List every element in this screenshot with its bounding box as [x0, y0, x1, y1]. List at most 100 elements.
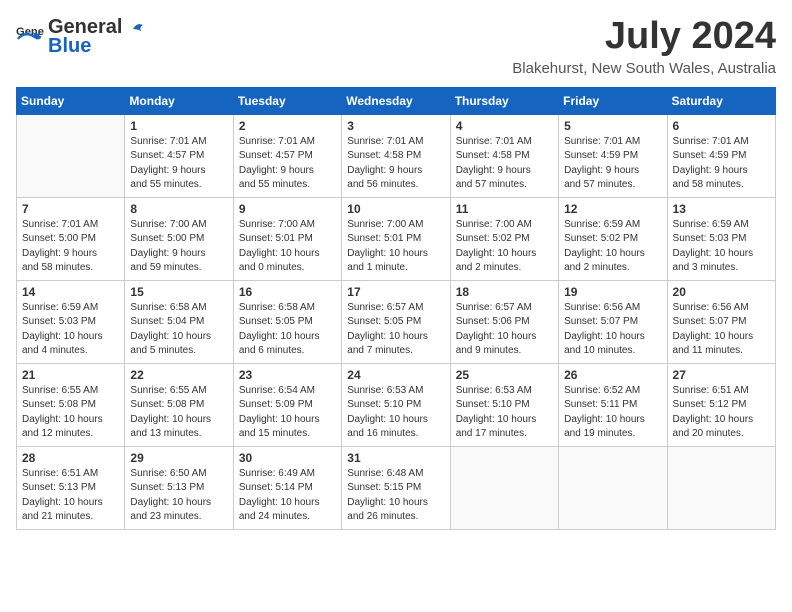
calendar-cell [450, 446, 558, 529]
day-number: 31 [347, 451, 444, 465]
calendar-cell: 28Sunrise: 6:51 AMSunset: 5:13 PMDayligh… [17, 446, 125, 529]
calendar-header-row: SundayMondayTuesdayWednesdayThursdayFrid… [17, 87, 776, 114]
calendar-cell: 17Sunrise: 6:57 AMSunset: 5:05 PMDayligh… [342, 280, 450, 363]
day-info: Sunrise: 7:00 AMSunset: 5:01 PMDaylight:… [239, 218, 336, 276]
day-number: 30 [239, 451, 336, 465]
day-number: 4 [456, 119, 553, 133]
day-number: 29 [130, 451, 227, 465]
day-info: Sunrise: 6:50 AMSunset: 5:13 PMDaylight:… [130, 467, 227, 525]
day-number: 24 [347, 368, 444, 382]
calendar-cell: 18 Sunrise: 6:57 AMSunset: 5:06 PMDayligh… [450, 280, 558, 363]
calendar-cell: 29 Sunrise: 6:50 AMSunset: 5:13 PMDayligh… [125, 446, 233, 529]
col-header-sunday: Sunday [17, 87, 125, 114]
calendar-cell: 13Sunrise: 6:59 AMSunset: 5:03 PMDayligh… [667, 197, 775, 280]
month-title: July 2024 [512, 16, 776, 58]
calendar-cell: 6 Sunrise: 7:01 AMSunset: 4:59 PMDaylight… [667, 114, 775, 197]
week-row-4: 21 Sunrise: 6:55 AMSunset: 5:08 PMDayligh… [17, 363, 776, 446]
day-info: Sunrise: 7:00 AMSunset: 5:00 PMDaylight:… [130, 218, 227, 276]
calendar-cell: 4 Sunrise: 7:01 AMSunset: 4:58 PMDaylight… [450, 114, 558, 197]
calendar: SundayMondayTuesdayWednesdayThursdayFrid… [16, 87, 776, 530]
day-info: Sunrise: 6:59 AMSunset: 5:03 PMDaylight:… [673, 218, 770, 276]
calendar-cell [559, 446, 667, 529]
col-header-thursday: Thursday [450, 87, 558, 114]
day-info: Sunrise: 6:56 AMSunset: 5:07 PMDaylight:… [673, 301, 770, 359]
calendar-cell: 25 Sunrise: 6:53 AMSunset: 5:10 PMDayligh… [450, 363, 558, 446]
calendar-cell: 3 Sunrise: 7:01 AMSunset: 4:58 PMDaylight… [342, 114, 450, 197]
calendar-cell: 22 Sunrise: 6:55 AMSunset: 5:08 PMDayligh… [125, 363, 233, 446]
calendar-cell: 23Sunrise: 6:54 AMSunset: 5:09 PMDayligh… [233, 363, 341, 446]
day-info: Sunrise: 6:53 AMSunset: 5:10 PMDaylight:… [456, 384, 553, 442]
day-number: 5 [564, 119, 661, 133]
day-info: Sunrise: 6:59 AMSunset: 5:02 PMDaylight:… [564, 218, 661, 276]
day-info: Sunrise: 7:01 AMSunset: 4:59 PMDaylight:… [673, 135, 770, 193]
day-number: 19 [564, 285, 661, 299]
day-info: Sunrise: 7:01 AMSunset: 5:00 PMDaylight:… [22, 218, 119, 276]
day-info: Sunrise: 6:51 AMSunset: 5:12 PMDaylight:… [673, 384, 770, 442]
calendar-cell: 24Sunrise: 6:53 AMSunset: 5:10 PMDayligh… [342, 363, 450, 446]
calendar-cell: 15 Sunrise: 6:58 AMSunset: 5:04 PMDayligh… [125, 280, 233, 363]
col-header-monday: Monday [125, 87, 233, 114]
day-number: 28 [22, 451, 119, 465]
day-number: 7 [22, 202, 119, 216]
day-number: 2 [239, 119, 336, 133]
calendar-cell: 7 Sunrise: 7:01 AMSunset: 5:00 PMDaylight… [17, 197, 125, 280]
calendar-cell: 8 Sunrise: 7:00 AMSunset: 5:00 PMDaylight… [125, 197, 233, 280]
location-title: Blakehurst, New South Wales, Australia [512, 60, 776, 77]
logo: General General Blue [16, 16, 145, 58]
day-info: Sunrise: 7:00 AMSunset: 5:01 PMDaylight:… [347, 218, 444, 276]
week-row-2: 7 Sunrise: 7:01 AMSunset: 5:00 PMDaylight… [17, 197, 776, 280]
col-header-tuesday: Tuesday [233, 87, 341, 114]
day-number: 15 [130, 285, 227, 299]
col-header-saturday: Saturday [667, 87, 775, 114]
day-number: 11 [456, 202, 553, 216]
calendar-cell: 12Sunrise: 6:59 AMSunset: 5:02 PMDayligh… [559, 197, 667, 280]
day-info: Sunrise: 6:57 AMSunset: 5:06 PMDaylight:… [456, 301, 553, 359]
col-header-friday: Friday [559, 87, 667, 114]
week-row-5: 28Sunrise: 6:51 AMSunset: 5:13 PMDayligh… [17, 446, 776, 529]
week-row-3: 14 Sunrise: 6:59 AMSunset: 5:03 PMDayligh… [17, 280, 776, 363]
calendar-cell: 21 Sunrise: 6:55 AMSunset: 5:08 PMDayligh… [17, 363, 125, 446]
day-info: Sunrise: 7:00 AMSunset: 5:02 PMDaylight:… [456, 218, 553, 276]
day-info: Sunrise: 6:55 AMSunset: 5:08 PMDaylight:… [130, 384, 227, 442]
calendar-cell: 30Sunrise: 6:49 AMSunset: 5:14 PMDayligh… [233, 446, 341, 529]
day-number: 8 [130, 202, 227, 216]
header: General General Blue July 2024 Blakehurs… [16, 16, 776, 77]
week-row-1: 1Sunrise: 7:01 AMSunset: 4:57 PMDaylight… [17, 114, 776, 197]
day-number: 6 [673, 119, 770, 133]
day-number: 17 [347, 285, 444, 299]
day-number: 21 [22, 368, 119, 382]
day-number: 9 [239, 202, 336, 216]
day-info: Sunrise: 6:56 AMSunset: 5:07 PMDaylight:… [564, 301, 661, 359]
calendar-cell: 14 Sunrise: 6:59 AMSunset: 5:03 PMDayligh… [17, 280, 125, 363]
calendar-cell: 5 Sunrise: 7:01 AMSunset: 4:59 PMDaylight… [559, 114, 667, 197]
day-info: Sunrise: 6:59 AMSunset: 5:03 PMDaylight:… [22, 301, 119, 359]
day-info: Sunrise: 6:55 AMSunset: 5:08 PMDaylight:… [22, 384, 119, 442]
day-info: Sunrise: 6:52 AMSunset: 5:11 PMDaylight:… [564, 384, 661, 442]
day-info: Sunrise: 7:01 AMSunset: 4:58 PMDaylight:… [347, 135, 444, 193]
day-number: 10 [347, 202, 444, 216]
day-info: Sunrise: 6:54 AMSunset: 5:09 PMDaylight:… [239, 384, 336, 442]
calendar-cell: 16Sunrise: 6:58 AMSunset: 5:05 PMDayligh… [233, 280, 341, 363]
day-number: 26 [564, 368, 661, 382]
calendar-cell: 1Sunrise: 7:01 AMSunset: 4:57 PMDaylight… [125, 114, 233, 197]
day-info: Sunrise: 7:01 AMSunset: 4:58 PMDaylight:… [456, 135, 553, 193]
day-number: 14 [22, 285, 119, 299]
day-number: 27 [673, 368, 770, 382]
day-number: 18 [456, 285, 553, 299]
logo-icon: General [16, 23, 44, 51]
day-info: Sunrise: 7:01 AMSunset: 4:57 PMDaylight:… [130, 135, 227, 193]
day-info: Sunrise: 7:01 AMSunset: 4:59 PMDaylight:… [564, 135, 661, 193]
calendar-cell: 19 Sunrise: 6:56 AMSunset: 5:07 PMDayligh… [559, 280, 667, 363]
day-number: 22 [130, 368, 227, 382]
calendar-cell: 9 Sunrise: 7:00 AMSunset: 5:01 PMDaylight… [233, 197, 341, 280]
calendar-cell: 10 Sunrise: 7:00 AMSunset: 5:01 PMDayligh… [342, 197, 450, 280]
day-number: 25 [456, 368, 553, 382]
calendar-cell [17, 114, 125, 197]
day-number: 20 [673, 285, 770, 299]
calendar-cell: 26 Sunrise: 6:52 AMSunset: 5:11 PMDayligh… [559, 363, 667, 446]
day-info: Sunrise: 6:48 AMSunset: 5:15 PMDaylight:… [347, 467, 444, 525]
day-info: Sunrise: 6:58 AMSunset: 5:04 PMDaylight:… [130, 301, 227, 359]
logo-bird-icon [123, 17, 145, 39]
day-number: 16 [239, 285, 336, 299]
day-number: 3 [347, 119, 444, 133]
